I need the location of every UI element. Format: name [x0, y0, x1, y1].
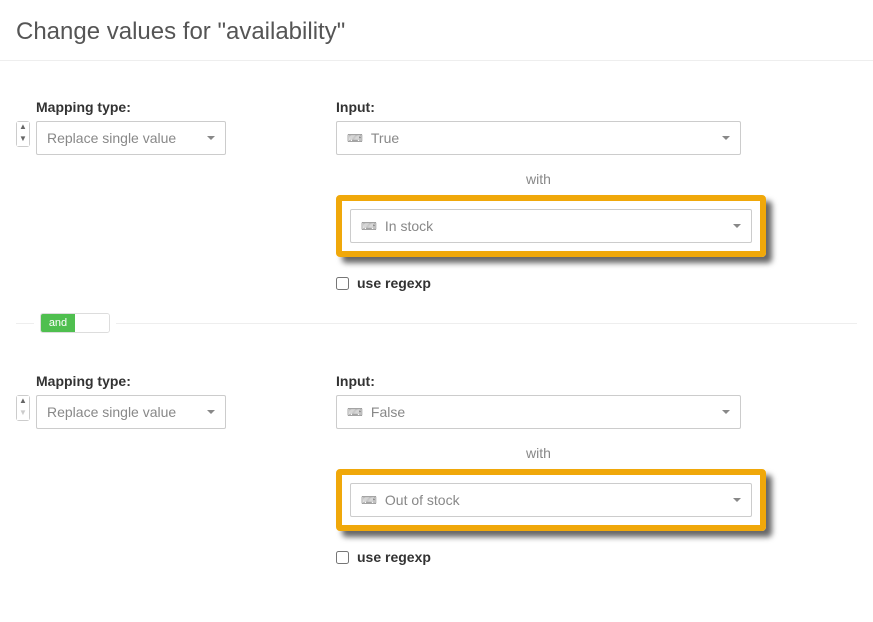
- output-value-text: In stock: [385, 218, 433, 234]
- reorder-controls: ▲ ▼: [16, 395, 30, 421]
- rule-separator: and: [0, 311, 873, 335]
- chevron-down-icon: [733, 498, 741, 502]
- output-highlight: ⌨ In stock: [336, 195, 766, 257]
- input-value-text: True: [371, 130, 399, 146]
- divider-line: [16, 323, 34, 324]
- use-regexp-checkbox[interactable]: [336, 551, 349, 564]
- move-down-button: ▼: [17, 408, 29, 420]
- use-regexp-label: use regexp: [357, 275, 431, 291]
- mapping-type-value: Replace single value: [47, 130, 176, 146]
- move-down-button[interactable]: ▼: [17, 134, 29, 146]
- mapping-type-label: Mapping type:: [36, 99, 226, 115]
- input-value-select[interactable]: ⌨ True: [336, 121, 741, 155]
- input-value-select[interactable]: ⌨ False: [336, 395, 741, 429]
- chevron-down-icon: [207, 136, 215, 140]
- move-up-button[interactable]: ▲: [17, 122, 29, 134]
- input-label: Input:: [336, 99, 857, 115]
- logic-toggle[interactable]: and: [40, 313, 110, 333]
- mapping-type-select[interactable]: Replace single value: [36, 395, 226, 429]
- with-label: with: [336, 445, 741, 461]
- move-up-button[interactable]: ▲: [17, 396, 29, 408]
- keyboard-icon: ⌨: [361, 220, 377, 233]
- use-regexp-checkbox[interactable]: [336, 277, 349, 290]
- logic-or[interactable]: [75, 314, 109, 332]
- use-regexp-row[interactable]: use regexp: [336, 275, 857, 291]
- input-label: Input:: [336, 373, 857, 389]
- chevron-down-icon: [722, 410, 730, 414]
- page-title: Change values for "availability": [0, 0, 873, 61]
- keyboard-icon: ⌨: [361, 494, 377, 507]
- output-highlight: ⌨ Out of stock: [336, 469, 766, 531]
- reorder-controls: ▲ ▼: [16, 121, 30, 147]
- output-value-select[interactable]: ⌨ In stock: [350, 209, 752, 243]
- keyboard-icon: ⌨: [347, 406, 363, 419]
- input-value-text: False: [371, 404, 405, 420]
- mapping-type-select[interactable]: Replace single value: [36, 121, 226, 155]
- chevron-down-icon: [207, 410, 215, 414]
- output-value-select[interactable]: ⌨ Out of stock: [350, 483, 752, 517]
- use-regexp-row[interactable]: use regexp: [336, 549, 857, 565]
- chevron-down-icon: [722, 136, 730, 140]
- mapping-rule: ▲ ▼ Mapping type: Replace single value I…: [0, 335, 873, 585]
- keyboard-icon: ⌨: [347, 132, 363, 145]
- output-value-text: Out of stock: [385, 492, 460, 508]
- mapping-type-label: Mapping type:: [36, 373, 226, 389]
- logic-and[interactable]: and: [41, 314, 75, 332]
- mapping-type-value: Replace single value: [47, 404, 176, 420]
- chevron-down-icon: [733, 224, 741, 228]
- divider-line: [116, 323, 857, 324]
- use-regexp-label: use regexp: [357, 549, 431, 565]
- mapping-rule: ▲ ▼ Mapping type: Replace single value I…: [0, 61, 873, 311]
- with-label: with: [336, 171, 741, 187]
